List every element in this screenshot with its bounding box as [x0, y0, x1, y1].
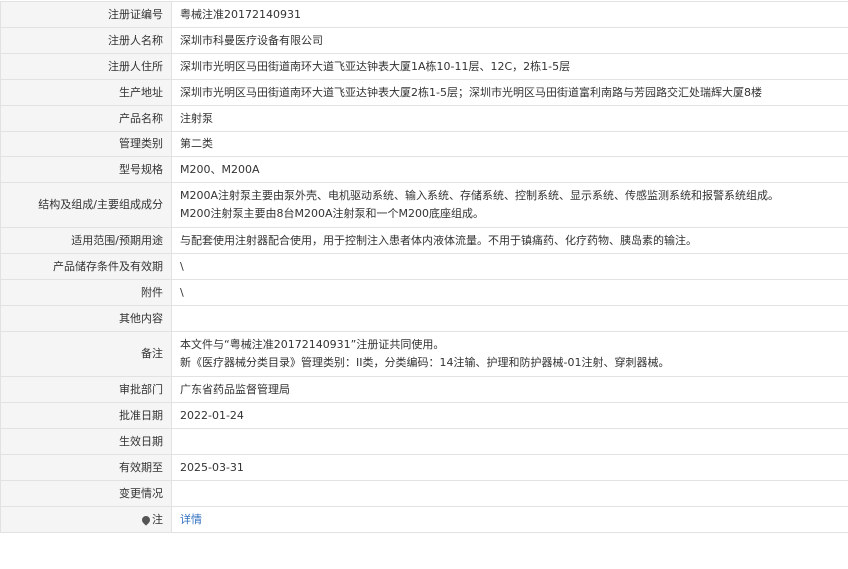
remarks-line: 新《医疗器械分类目录》管理类别：II类，分类编码：14注输、护理和防护器械-01…: [180, 354, 840, 372]
row-label: 变更情况: [1, 481, 172, 507]
table-row: 产品储存条件及有效期 \: [1, 254, 848, 280]
table-row: 注 详情: [1, 507, 848, 533]
intended-use: 与配套使用注射器配合使用，用于控制注入患者体内液体流量。不用于镇痛药、化疗药物、…: [172, 228, 848, 254]
row-label: 管理类别: [1, 132, 172, 157]
row-label: 适用范围/预期用途: [1, 228, 172, 254]
product-name: 注射泵: [172, 106, 848, 132]
table-row: 产品名称 注射泵: [1, 106, 848, 132]
note-label-cell: 注: [1, 507, 172, 533]
table-row: 其他内容: [1, 306, 848, 332]
row-label: 备注: [1, 332, 172, 377]
table-row: 生效日期: [1, 429, 848, 455]
model-spec: M200、M200A: [172, 157, 848, 183]
row-label: 注册人住所: [1, 54, 172, 80]
structure-line: M200A注射泵主要由泵外壳、电机驱动系统、输入系统、存储系统、控制系统、显示系…: [180, 187, 840, 205]
row-label: 审批部门: [1, 377, 172, 403]
row-label: 有效期至: [1, 455, 172, 481]
table-row: 注册证编号 粤械注准20172140931: [1, 2, 848, 28]
approval-date: 2022-01-24: [172, 403, 848, 429]
row-label: 注册人名称: [1, 28, 172, 54]
remarks-line: 本文件与“粤械注准20172140931”注册证共同使用。: [180, 336, 840, 354]
table-row: 生产地址 深圳市光明区马田街道南环大道飞亚达钟表大厦2栋1-5层；深圳市光明区马…: [1, 80, 848, 106]
table-row: 批准日期 2022-01-24: [1, 403, 848, 429]
approval-department: 广东省药品监督管理局: [172, 377, 848, 403]
table-row: 备注 本文件与“粤械注准20172140931”注册证共同使用。 新《医疗器械分…: [1, 332, 848, 377]
row-label: 批准日期: [1, 403, 172, 429]
row-label: 产品储存条件及有效期: [1, 254, 172, 280]
structure-line: M200注射泵主要由8台M200A注射泵和一个M200底座组成。: [180, 205, 840, 223]
remarks: 本文件与“粤械注准20172140931”注册证共同使用。 新《医疗器械分类目录…: [172, 332, 848, 377]
table-row: 注册人住所 深圳市光明区马田街道南环大道飞亚达钟表大厦1A栋10-11层、12C…: [1, 54, 848, 80]
structure-composition: M200A注射泵主要由泵外壳、电机驱动系统、输入系统、存储系统、控制系统、显示系…: [172, 183, 848, 228]
note-value-cell: 详情: [172, 507, 848, 533]
table-row: 变更情况: [1, 481, 848, 507]
row-label: 结构及组成/主要组成成分: [1, 183, 172, 228]
row-label: 型号规格: [1, 157, 172, 183]
other-content: [172, 306, 848, 332]
row-label: 附件: [1, 280, 172, 306]
row-label: 生产地址: [1, 80, 172, 106]
table-row: 附件 \: [1, 280, 848, 306]
row-label: 生效日期: [1, 429, 172, 455]
table-row: 型号规格 M200、M200A: [1, 157, 848, 183]
table-row: 管理类别 第二类: [1, 132, 848, 157]
management-category: 第二类: [172, 132, 848, 157]
registration-number: 粤械注准20172140931: [172, 2, 848, 28]
row-label: 其他内容: [1, 306, 172, 332]
table-row: 审批部门 广东省药品监督管理局: [1, 377, 848, 403]
details-link[interactable]: 详情: [180, 513, 202, 526]
note-label: 注: [152, 513, 163, 526]
registrant-address: 深圳市光明区马田街道南环大道飞亚达钟表大厦1A栋10-11层、12C，2栋1-5…: [172, 54, 848, 80]
table-row: 注册人名称 深圳市科曼医疗设备有限公司: [1, 28, 848, 54]
registrant-name: 深圳市科曼医疗设备有限公司: [172, 28, 848, 54]
production-address: 深圳市光明区马田街道南环大道飞亚达钟表大厦2栋1-5层；深圳市光明区马田街道富利…: [172, 80, 848, 106]
registration-table: 注册证编号 粤械注准20172140931 注册人名称 深圳市科曼医疗设备有限公…: [0, 1, 848, 533]
change-history: [172, 481, 848, 507]
storage-conditions: \: [172, 254, 848, 280]
table-row: 有效期至 2025-03-31: [1, 455, 848, 481]
row-label: 产品名称: [1, 106, 172, 132]
expiry-date: 2025-03-31: [172, 455, 848, 481]
effective-date: [172, 429, 848, 455]
row-label: 注册证编号: [1, 2, 172, 28]
pin-icon: [140, 514, 151, 525]
table-row: 适用范围/预期用途 与配套使用注射器配合使用，用于控制注入患者体内液体流量。不用…: [1, 228, 848, 254]
table-row: 结构及组成/主要组成成分 M200A注射泵主要由泵外壳、电机驱动系统、输入系统、…: [1, 183, 848, 228]
attachments: \: [172, 280, 848, 306]
